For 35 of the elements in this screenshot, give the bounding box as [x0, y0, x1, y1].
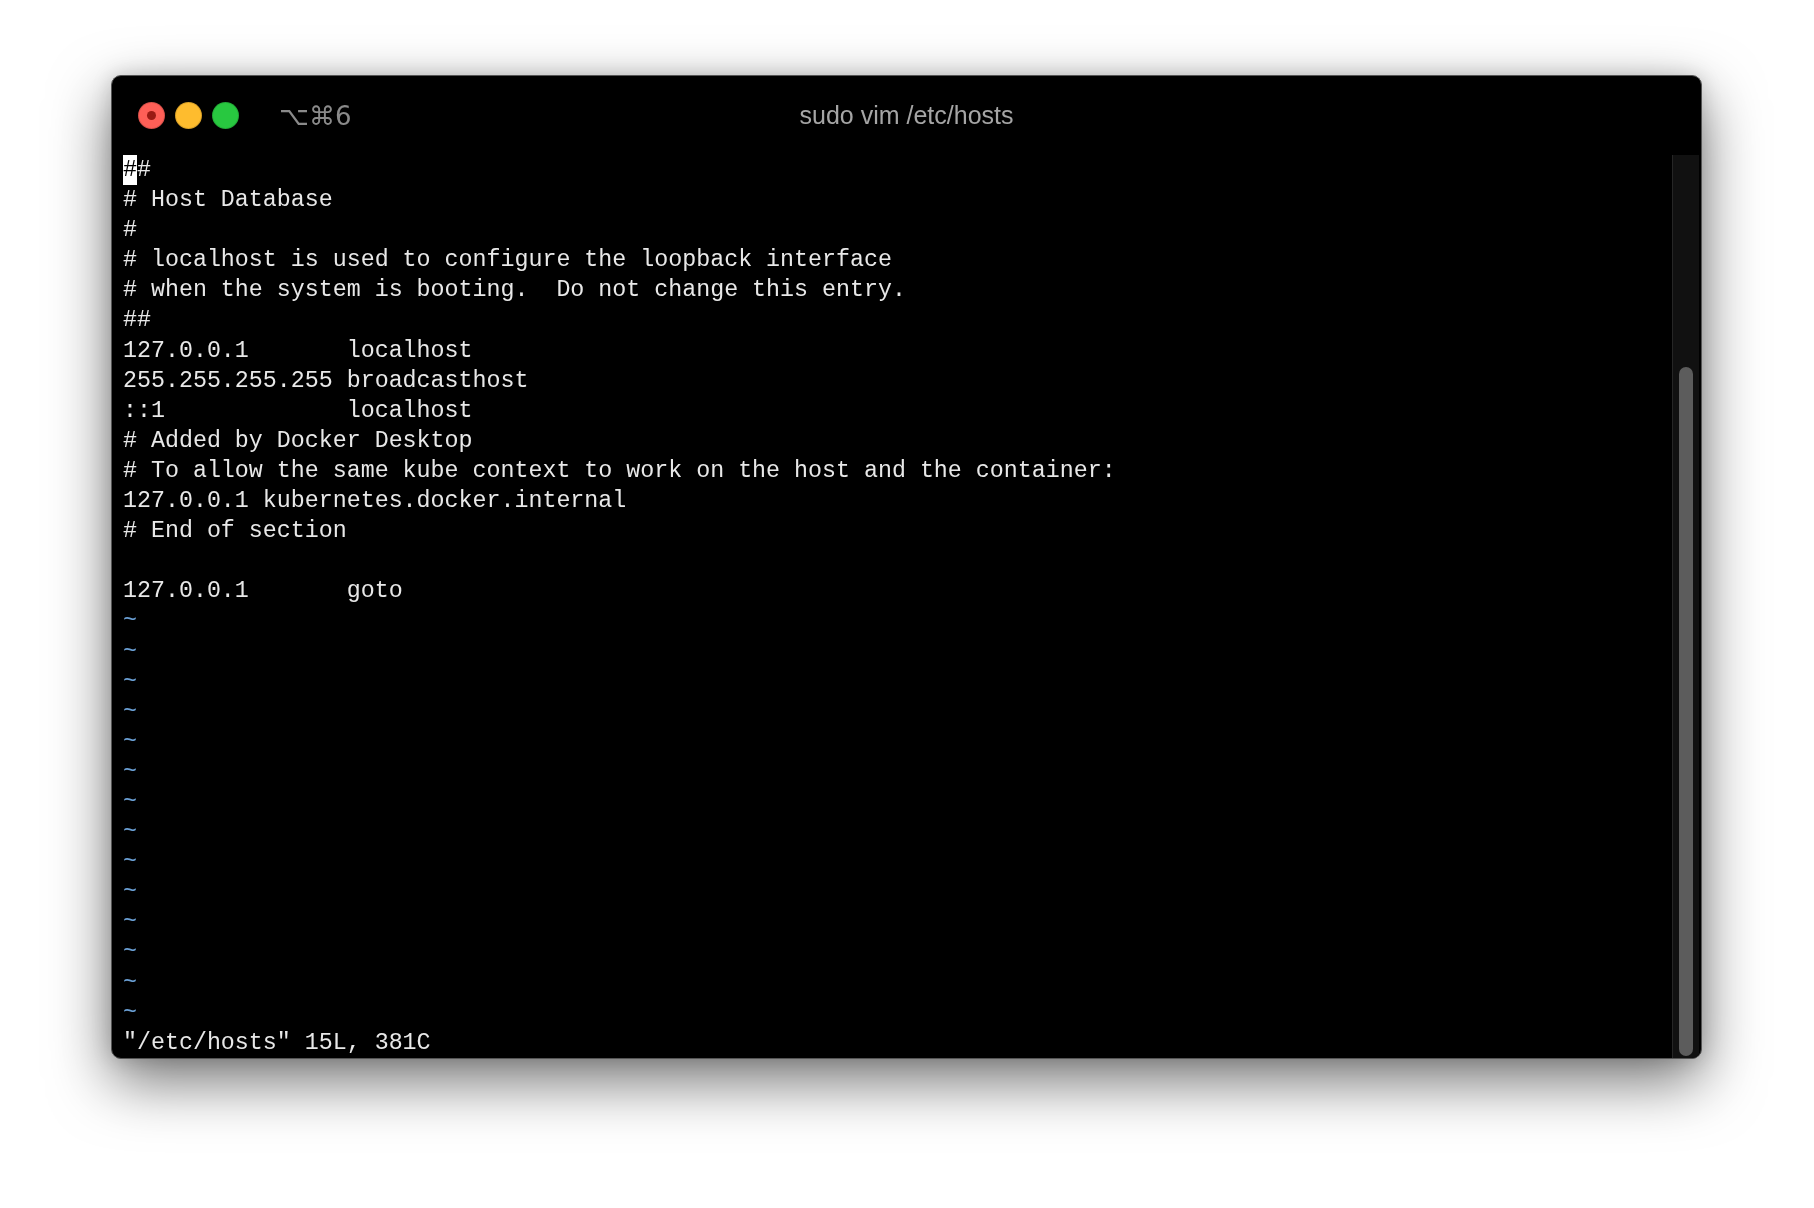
code-line: ::1 localhost	[123, 396, 473, 426]
code-line: 127.0.0.1 goto	[123, 577, 403, 607]
code-line: 127.0.0.1 localhost	[123, 336, 473, 366]
code-line: #	[123, 216, 137, 246]
minimize-button[interactable]	[175, 102, 202, 129]
status-message: "/etc/hosts" 15L, 381C	[123, 1028, 431, 1058]
text-cursor: #	[123, 155, 137, 186]
empty-line-marker: ~	[123, 878, 137, 908]
empty-line-marker: ~	[123, 848, 137, 878]
code-line: 127.0.0.1 kubernetes.docker.internal	[123, 487, 627, 517]
code-line: # Added by Docker Desktop	[123, 426, 473, 456]
empty-line-marker: ~	[123, 757, 137, 787]
code-line: # End of section	[123, 517, 347, 547]
empty-line-marker: ~	[123, 938, 137, 968]
empty-line-marker: ~	[123, 637, 137, 667]
shortcut-label: ⌥⌘6	[279, 100, 352, 131]
empty-line-marker: ~	[123, 908, 137, 938]
window-title: sudo vim /etc/hosts	[799, 101, 1014, 130]
empty-line-marker: ~	[123, 998, 137, 1028]
code-line: # localhost is used to configure the loopback interface	[123, 246, 892, 276]
zoom-button[interactable]	[212, 102, 239, 129]
empty-line-marker: ~	[123, 727, 137, 757]
code-line: ##	[123, 306, 151, 336]
empty-line-marker: ~	[123, 818, 137, 848]
empty-line-marker: ~	[123, 787, 137, 817]
empty-line-marker: ~	[123, 667, 137, 697]
scrollbar-thumb[interactable]	[1679, 367, 1693, 1056]
code-line: 255.255.255.255 broadcasthost	[123, 366, 529, 396]
empty-line-marker: ~	[123, 968, 137, 998]
code-line: # Host Database	[123, 186, 333, 216]
code-line: # when the system is booting. Do not change this entry.	[123, 276, 906, 306]
empty-line-marker: ~	[123, 697, 137, 727]
empty-line-marker: ~	[123, 607, 137, 637]
code-line: # To allow the same kube context to work on the host and the container:	[123, 456, 1116, 486]
close-button[interactable]	[138, 102, 165, 129]
